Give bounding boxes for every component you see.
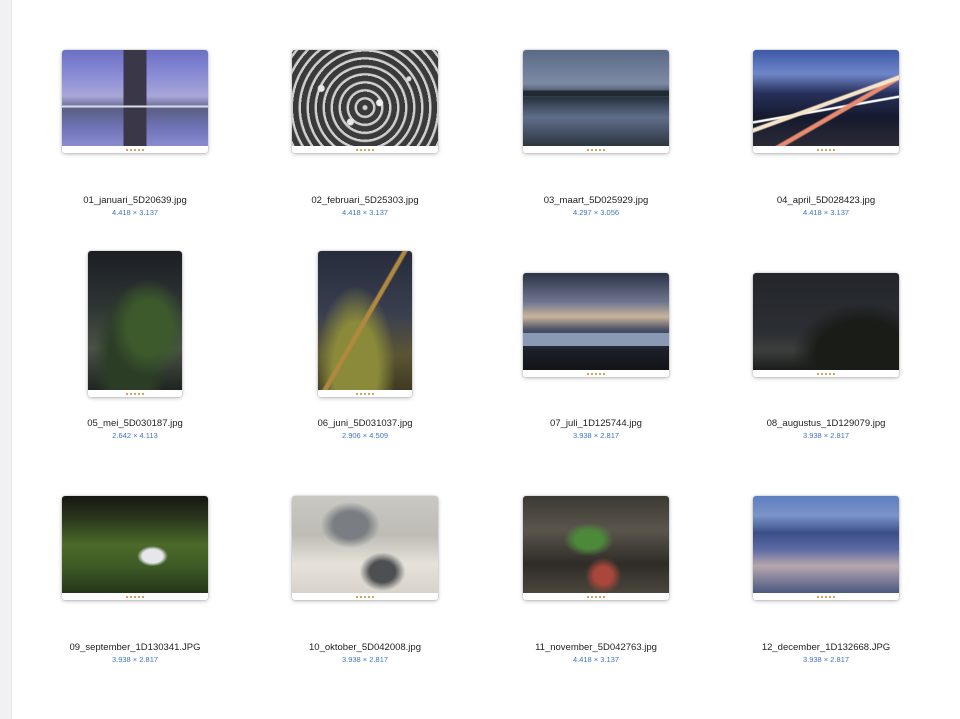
photo-item[interactable]: 12_december_1D132668.JPG 3.938 × 2.817 [711,446,941,669]
photo-dimensions: 3.938 × 2.817 [802,655,850,664]
photo-image [292,50,438,146]
photo-item[interactable]: 05_mei_5D030187.jpg 2.642 × 4.113 [20,223,250,446]
photo-thumbnail[interactable] [523,50,669,153]
photo-image [523,50,669,146]
photo-thumbnail[interactable] [318,251,412,397]
photo-dimensions: 4.418 × 3.137 [802,208,850,217]
sidebar-edge [0,0,12,719]
photo-filename: 07_juli_1D125744.jpg [550,418,642,429]
photo-thumbnail[interactable] [523,273,669,377]
photo-dimensions: 3.938 × 2.817 [111,655,159,664]
photo-dimensions: 4.297 × 3.056 [572,208,620,217]
photo-item[interactable]: 11_november_5D042763.jpg 4.418 × 3.137 [481,446,711,669]
photo-item[interactable]: 04_april_5D028423.jpg 4.418 × 3.137 [711,0,941,223]
photo-thumbnail[interactable] [292,50,438,153]
photo-item[interactable]: 08_augustus_1D129079.jpg 3.938 × 2.817 [711,223,941,446]
photo-dimensions: 2.642 × 4.113 [112,431,158,440]
photo-thumbnail[interactable] [753,50,899,153]
photo-image [88,251,182,390]
photo-dimensions: 4.418 × 3.137 [341,208,389,217]
photo-dimensions: 2.906 × 4.509 [341,431,389,440]
photo-item[interactable]: 02_februari_5D25303.jpg 4.418 × 3.137 [250,0,480,223]
photo-dimensions: 3.938 × 2.817 [572,431,620,440]
photo-item[interactable]: 03_maart_5D025929.jpg 4.297 × 3.056 [481,0,711,223]
photo-item[interactable]: 09_september_1D130341.JPG 3.938 × 2.817 [20,446,250,669]
photo-item[interactable]: 07_juli_1D125744.jpg 3.938 × 2.817 [481,223,711,446]
photo-thumbnail[interactable] [292,496,438,600]
photo-image [753,273,899,370]
photo-filename: 05_mei_5D030187.jpg [87,418,183,429]
photo-filename: 01_januari_5D20639.jpg [83,195,187,206]
photo-image [523,273,669,370]
photo-image [753,496,899,593]
photo-thumbnail[interactable] [88,251,182,397]
photo-grid: 01_januari_5D20639.jpg 4.418 × 3.137 02_… [20,0,960,719]
photo-filename: 08_augustus_1D129079.jpg [766,418,886,429]
photo-thumbnail[interactable] [753,496,899,600]
photo-dimensions: 4.418 × 3.137 [111,208,159,217]
photo-thumbnail[interactable] [62,496,208,600]
photo-image [292,496,438,593]
photo-filename: 10_oktober_5D042008.jpg [309,642,421,653]
photo-item[interactable]: 10_oktober_5D042008.jpg 3.938 × 2.817 [250,446,480,669]
photo-dimensions: 3.938 × 2.817 [802,431,850,440]
photo-image [318,251,412,390]
photo-thumbnail[interactable] [62,50,208,153]
photo-thumbnail[interactable] [523,496,669,600]
photo-dimensions: 3.938 × 2.817 [341,655,389,664]
photo-filename: 02_februari_5D25303.jpg [311,195,419,206]
photo-image [753,50,899,146]
photo-thumbnail[interactable] [753,273,899,377]
photo-image [62,50,208,146]
photo-item[interactable]: 06_juni_5D031037.jpg 2.906 × 4.509 [250,223,480,446]
photo-filename: 11_november_5D042763.jpg [535,642,657,653]
photo-filename: 04_april_5D028423.jpg [776,195,876,206]
photo-image [523,496,669,593]
photo-image [62,496,208,593]
photo-item[interactable]: 01_januari_5D20639.jpg 4.418 × 3.137 [20,0,250,223]
photo-dimensions: 4.418 × 3.137 [572,655,620,664]
photo-filename: 03_maart_5D025929.jpg [543,195,649,206]
photo-filename: 06_juni_5D031037.jpg [317,418,413,429]
photo-filename: 12_december_1D132668.JPG [761,642,891,653]
photo-filename: 09_september_1D130341.JPG [69,642,201,653]
